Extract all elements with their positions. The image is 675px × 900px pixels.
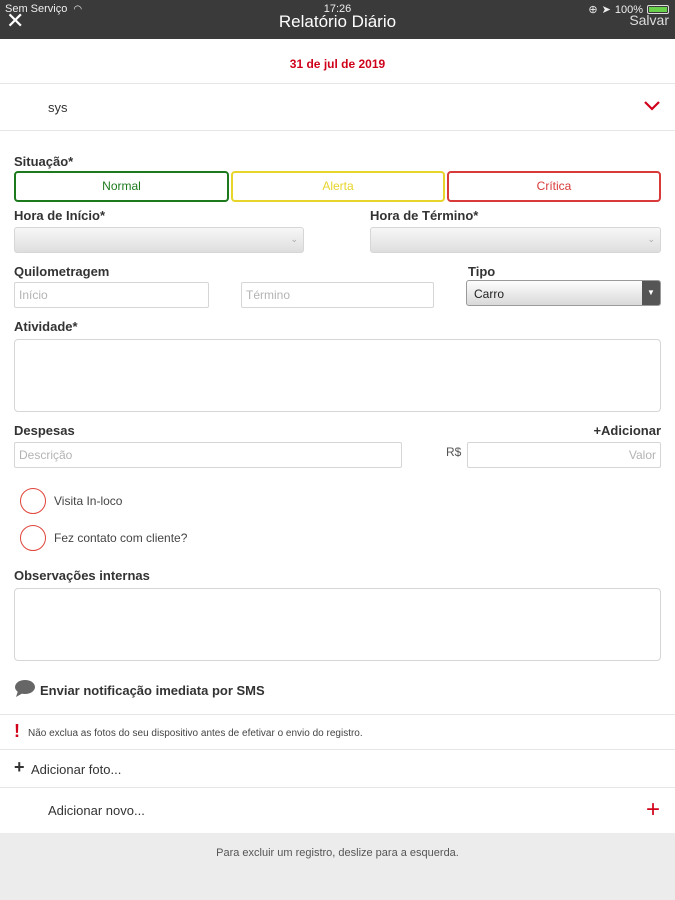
atividade-textarea[interactable]: [14, 339, 661, 412]
despesas-label: Despesas: [14, 423, 75, 438]
page-title: Relatório Diário: [278, 12, 397, 31]
contato-cliente-label: Fez contato com cliente?: [54, 531, 188, 545]
chat-bubble-icon: [15, 679, 35, 697]
chevron-down-icon[interactable]: [643, 97, 661, 115]
tipo-value: Carro: [474, 287, 505, 301]
situacao-alerta-button[interactable]: Alerta: [231, 171, 445, 202]
despesa-valor-input[interactable]: [467, 442, 661, 468]
quilometragem-label: Quilometragem: [14, 264, 110, 279]
add-photo-label: Adicionar foto...: [31, 762, 122, 777]
situacao-normal-button[interactable]: Normal: [14, 171, 229, 202]
warning-text: Não exclua as fotos do seu dispositivo a…: [28, 728, 363, 739]
visita-in-loco-toggle[interactable]: Visita In-loco: [20, 488, 122, 514]
radio-circle-icon[interactable]: [20, 488, 46, 514]
save-button[interactable]: Salvar: [629, 12, 669, 28]
report-date[interactable]: 31 de jul de 2019: [0, 39, 675, 84]
hora-inicio-label: Hora de Início*: [14, 208, 106, 223]
add-despesa-button[interactable]: +Adicionar: [593, 423, 661, 438]
chevron-down-icon: ⌄: [290, 234, 298, 244]
add-new-label: Adicionar novo...: [48, 803, 145, 818]
observacoes-label: Observações internas: [14, 568, 150, 583]
dropdown-arrow-icon: ▼: [642, 281, 660, 305]
plus-icon: +: [14, 757, 25, 777]
add-new-row[interactable]: Adicionar novo... +: [0, 788, 675, 833]
top-bar: Sem Serviço ◠ 17:26 ⊕ ➤ 100% ✕ Relatório…: [0, 0, 675, 39]
chevron-down-icon: ⌄: [647, 234, 655, 244]
radio-circle-icon[interactable]: [20, 525, 46, 551]
km-inicio-input[interactable]: [14, 282, 209, 308]
contato-cliente-toggle[interactable]: Fez contato com cliente?: [20, 525, 187, 551]
currency-label: R$: [446, 445, 462, 459]
observacoes-textarea[interactable]: [14, 588, 661, 661]
tipo-select[interactable]: Carro ▼: [466, 280, 661, 306]
user-name: sys: [48, 100, 68, 115]
sms-label: Enviar notificação imediata por SMS: [40, 683, 265, 698]
warning-icon: !: [14, 721, 20, 741]
hora-termino-label: Hora de Término*: [370, 208, 479, 223]
photo-warning: ! Não exclua as fotos do seu dispositivo…: [0, 714, 675, 750]
km-termino-input[interactable]: [241, 282, 434, 308]
plus-icon[interactable]: +: [646, 796, 660, 824]
user-selector[interactable]: sys: [0, 84, 675, 131]
sms-notification-option[interactable]: Enviar notificação imediata por SMS: [14, 677, 265, 698]
hora-termino-picker[interactable]: ⌄: [370, 227, 661, 253]
hora-inicio-picker[interactable]: ⌄: [14, 227, 304, 253]
footer-hint: Para excluir um registro, deslize para a…: [216, 847, 459, 859]
visita-in-loco-label: Visita In-loco: [54, 494, 123, 508]
despesa-descricao-input[interactable]: [14, 442, 402, 468]
atividade-label: Atividade*: [14, 319, 78, 334]
tipo-label: Tipo: [468, 264, 496, 279]
footer: Para excluir um registro, deslize para a…: [0, 833, 675, 900]
situacao-label: Situação*: [14, 154, 74, 169]
add-photo-button[interactable]: + Adicionar foto...: [0, 750, 675, 788]
situacao-critica-button[interactable]: Crítica: [447, 171, 661, 202]
